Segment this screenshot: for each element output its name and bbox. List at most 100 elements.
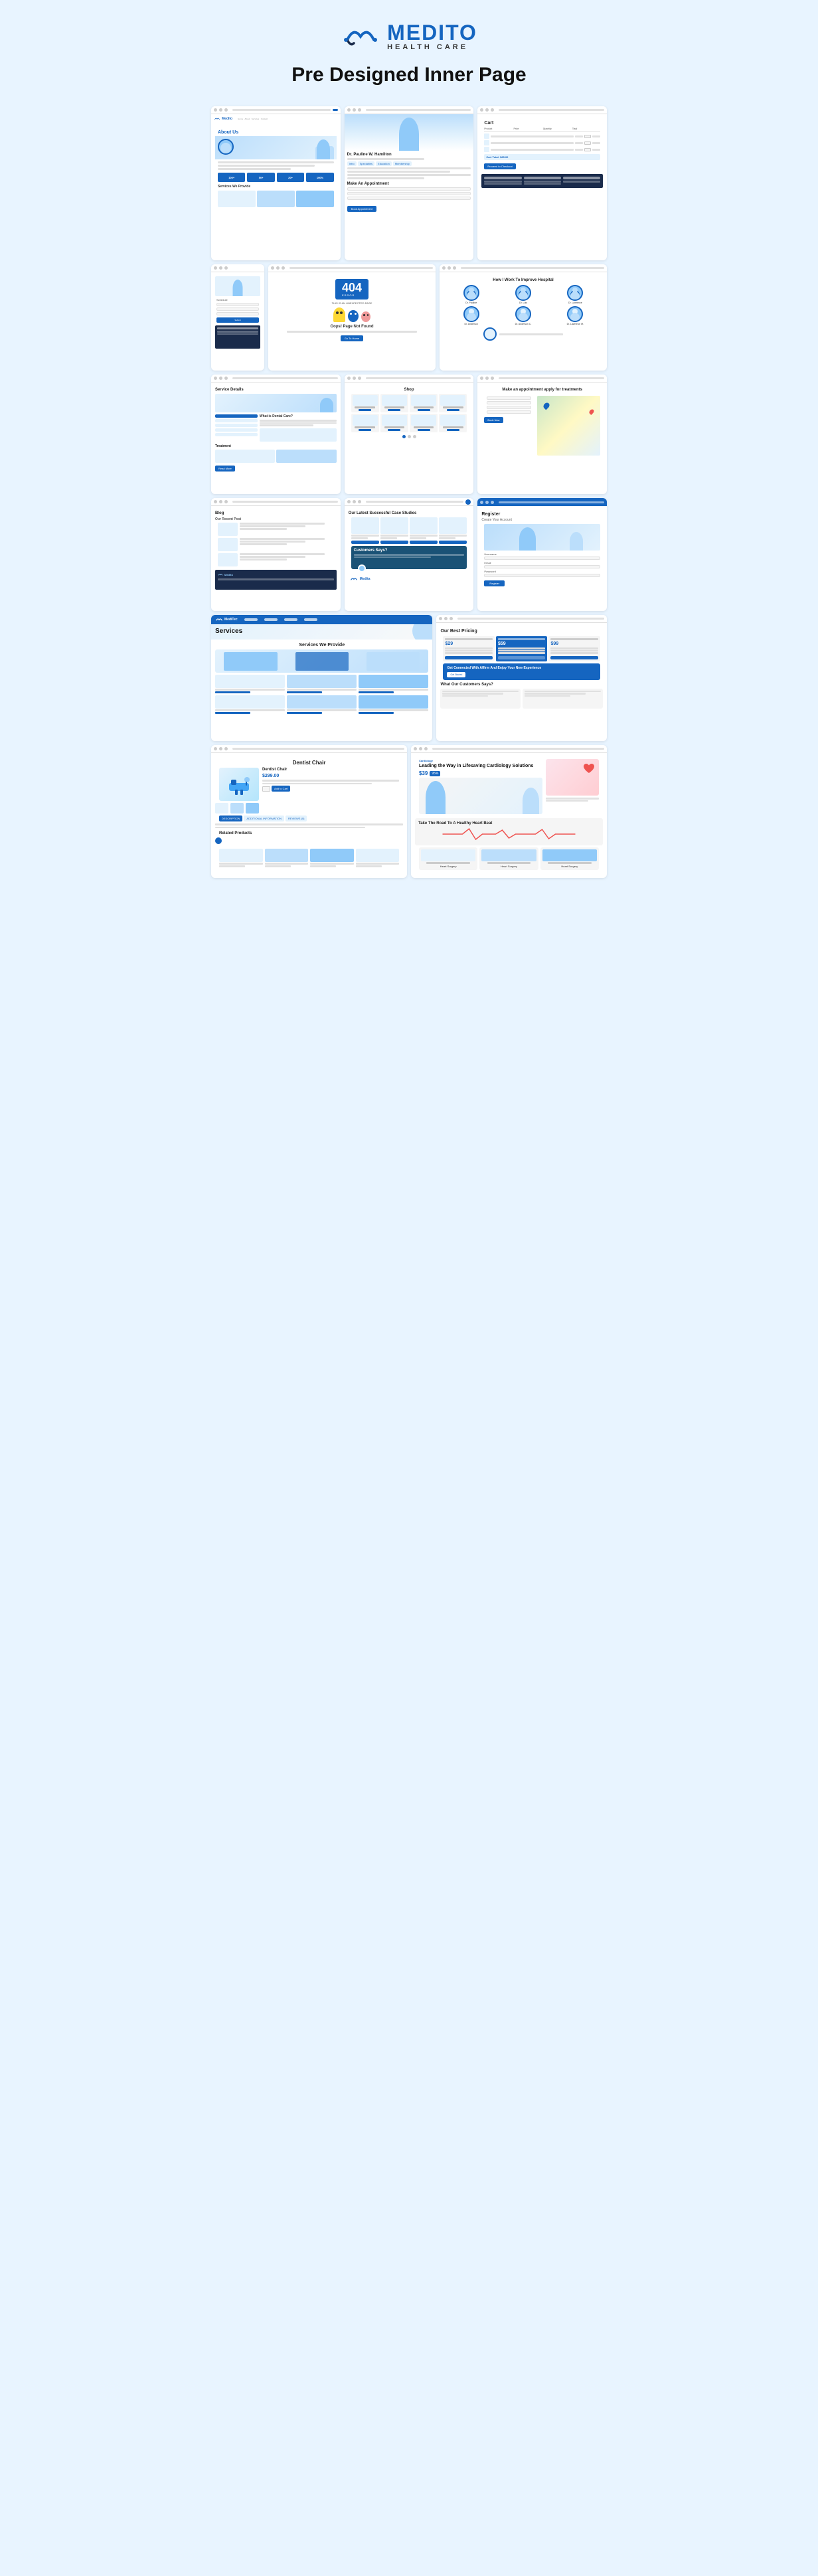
cta-btn[interactable]: Get Started [447, 672, 465, 677]
dentist-thumb-2[interactable] [230, 803, 244, 814]
service-grid-line-2-2 [287, 691, 322, 693]
related-indicator [215, 837, 222, 844]
appt-submit-btn[interactable]: Book Appointment [347, 206, 376, 212]
srv-list-item-4[interactable] [215, 428, 258, 432]
map-submit-btn[interactable]: Book Now [484, 417, 503, 423]
shop-item-img-1 [353, 395, 378, 406]
blog-line-3-3 [240, 558, 287, 560]
srv-list-item-3[interactable] [215, 424, 258, 427]
map-content: Make an appointment apply for treatments… [477, 383, 607, 462]
service-grid-item-3 [359, 675, 428, 693]
dentist-product-img [219, 768, 259, 801]
tab-additional-info[interactable]: ADDITIONAL INFORMATION [244, 816, 284, 821]
reg-password-input[interactable] [484, 574, 600, 577]
cart-qty-3[interactable] [584, 148, 591, 151]
read-more-btn[interactable]: Read More [215, 466, 235, 472]
cart-qty-2[interactable] [584, 141, 591, 145]
blog-item-3 [218, 553, 334, 566]
service-grid-img-2 [287, 675, 357, 688]
row-2: Schedule Submit [211, 264, 607, 371]
shop-item-img-7 [411, 415, 436, 426]
tab-description[interactable]: DESCRIPTION [219, 816, 242, 821]
pricing-btn-premium[interactable] [550, 656, 598, 659]
small-panel-field-1[interactable] [216, 303, 259, 306]
team-title: How I Work To Improve Hospital [444, 278, 603, 282]
map-field-4[interactable] [487, 410, 531, 414]
map-card: Make an appointment apply for treatments… [477, 375, 607, 494]
nav-contact[interactable] [304, 618, 317, 621]
tab-reviews[interactable]: REVIEWS (0) [286, 816, 307, 821]
map-field-3[interactable] [487, 406, 531, 409]
card-topbar-about [211, 106, 341, 114]
pricing-btn-basic[interactable] [445, 656, 493, 659]
service-grid-img-3 [359, 675, 428, 688]
dentist-chair-svg [226, 773, 252, 796]
tab-education[interactable]: Education [376, 161, 392, 166]
dot-2[interactable] [408, 435, 411, 438]
appt-field-3[interactable] [347, 197, 471, 200]
shop-item-name-4 [443, 406, 463, 408]
case-line-1-2 [351, 537, 368, 539]
reg-username-input[interactable] [484, 557, 600, 560]
cardiology-card: Cardiology Leading the Way in Lifesaving… [411, 745, 607, 878]
small-logo-icon [214, 116, 220, 122]
testimonial-line-2 [354, 557, 432, 558]
doctor-name: Dr. Pauline W. Hamilton [347, 153, 471, 157]
appt-field-1[interactable] [347, 187, 471, 191]
tab-membership[interactable]: Membership [393, 161, 412, 166]
nav-services[interactable] [284, 618, 297, 621]
srv-content-line-3 [260, 424, 313, 426]
reg-email-input[interactable] [484, 565, 600, 568]
nav-about[interactable] [264, 618, 278, 621]
small-panel-btn[interactable]: Submit [216, 317, 259, 323]
nav-home[interactable] [244, 618, 258, 621]
small-panel-field-3[interactable] [216, 312, 259, 315]
reg-submit-btn[interactable]: Register [484, 580, 505, 586]
dentist-thumb-1[interactable] [215, 803, 228, 814]
blog-footer-logo-icon [218, 572, 223, 577]
team-member-6: Dr. Lawrence M. [550, 306, 600, 325]
appt-tabs: Intro Specialties Education Membership [347, 161, 471, 166]
case-btn-2[interactable] [380, 541, 408, 544]
tab-specialties[interactable]: Specialties [358, 161, 374, 166]
cardio-category: Cardiology [419, 759, 542, 762]
map-field-2[interactable] [487, 401, 531, 404]
appt-field-2[interactable] [347, 192, 471, 195]
shop-item-img-2 [382, 395, 407, 406]
dentist-thumb-3[interactable] [246, 803, 259, 814]
page-title: Pre Designed Inner Page [218, 64, 600, 86]
srv-list-item-2[interactable] [215, 419, 258, 422]
cart-qty-1[interactable] [584, 135, 591, 138]
services-topbar: MediTec [211, 615, 432, 624]
tab-introduction[interactable]: Intro [347, 161, 357, 166]
dentist-add-to-cart[interactable]: Add to Cart [272, 786, 290, 792]
case-btn-3[interactable] [410, 541, 438, 544]
error-home-btn[interactable]: Go To Home [341, 335, 363, 341]
map-field-1[interactable] [487, 396, 531, 400]
dot-1[interactable] [402, 435, 406, 438]
case-btn-1[interactable] [351, 541, 379, 544]
avatar-4 [463, 306, 479, 322]
dentist-product-name: Dentist Chair [262, 768, 399, 772]
cart-row-1 [484, 133, 600, 139]
testimonial-title: Customers Says? [354, 549, 465, 553]
srv-list-item-5[interactable] [215, 433, 258, 436]
team-card: How I Work To Improve Hospital Dr. Pauli… [440, 264, 607, 371]
service-sub-title: What is Dental Care? [260, 414, 337, 418]
service-sidebar [215, 414, 258, 442]
cart-total-2 [592, 142, 600, 144]
small-panel-field-2[interactable] [216, 307, 259, 311]
cardio-left: Cardiology Leading the Way in Lifesaving… [419, 759, 542, 816]
checkout-btn[interactable]: Proceed to Checkout [484, 163, 515, 169]
srv-list-item-active[interactable] [215, 414, 258, 418]
team-bottom-row [444, 327, 603, 341]
doctor-title-line [347, 158, 425, 160]
about-logo: Medito Home About Services Contact [211, 114, 341, 124]
pricing-btn-standard[interactable] [498, 656, 546, 659]
dot-3[interactable] [413, 435, 416, 438]
rel-img-4 [356, 849, 400, 862]
case-btn-4[interactable] [439, 541, 467, 544]
rel-img-2 [265, 849, 309, 862]
blog-content-1 [240, 523, 334, 531]
dentist-qty-input[interactable] [262, 786, 270, 792]
